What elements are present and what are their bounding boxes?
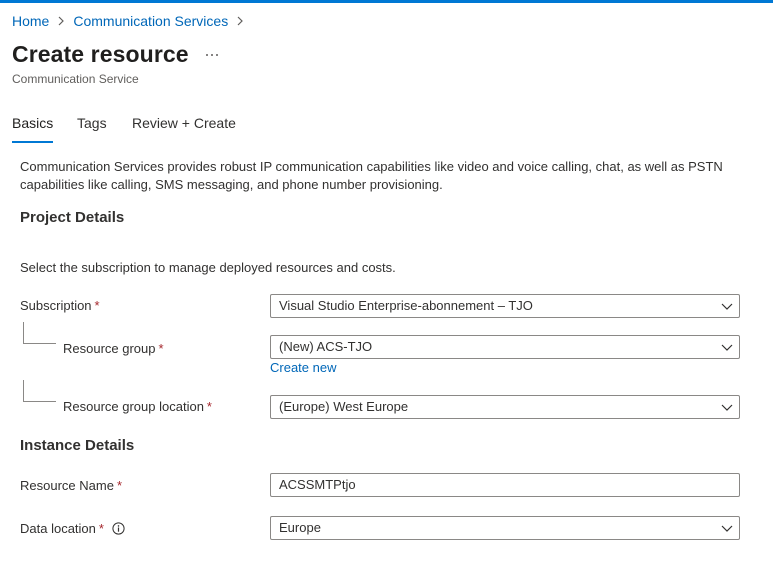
create-new-link[interactable]: Create new — [270, 360, 336, 375]
tab-tags[interactable]: Tags — [77, 115, 107, 131]
resource-group-location-value: (Europe) West Europe — [279, 399, 409, 414]
project-details-description: Select the subscription to manage deploy… — [20, 260, 396, 275]
resource-group-label: Resource group * — [63, 341, 164, 356]
data-location-dropdown[interactable]: Europe — [270, 516, 740, 540]
resource-group-location-label-text: Resource group location — [63, 399, 204, 414]
required-marker: * — [94, 298, 100, 313]
resource-group-value: (New) ACS-TJO — [279, 339, 373, 354]
tab-review-create[interactable]: Review + Create — [132, 115, 236, 131]
required-marker: * — [98, 521, 104, 536]
info-icon[interactable] — [111, 522, 125, 535]
tree-connector — [23, 380, 56, 402]
top-accent-bar — [0, 0, 773, 3]
resource-group-location-label: Resource group location * — [63, 399, 212, 414]
chevron-right-icon — [58, 16, 65, 26]
more-icon[interactable] — [204, 52, 220, 58]
required-marker: * — [158, 341, 164, 356]
intro-text: Communication Services provides robust I… — [20, 159, 723, 192]
chevron-down-icon — [721, 344, 733, 351]
chevron-down-icon — [721, 525, 733, 532]
chevron-down-icon — [721, 303, 733, 310]
resource-name-input[interactable]: ACSSMTPtjo — [270, 473, 740, 497]
data-location-label: Data location * — [20, 521, 125, 536]
resource-name-label-text: Resource Name — [20, 478, 114, 493]
subscription-value: Visual Studio Enterprise-abonnement – TJ… — [279, 298, 533, 313]
breadcrumb-home[interactable]: Home — [12, 13, 49, 29]
resource-name-label: Resource Name * — [20, 478, 122, 493]
page-title: Create resource — [12, 41, 189, 67]
subscription-label-text: Subscription — [20, 298, 92, 313]
chevron-right-icon — [237, 16, 244, 26]
chevron-down-icon — [721, 404, 733, 411]
required-marker: * — [206, 399, 212, 414]
subscription-label: Subscription * — [20, 298, 100, 313]
data-location-label-text: Data location — [20, 521, 96, 536]
subscription-dropdown[interactable]: Visual Studio Enterprise-abonnement – TJ… — [270, 294, 740, 318]
resource-name-value: ACSSMTPtjo — [279, 477, 356, 492]
resource-group-dropdown[interactable]: (New) ACS-TJO — [270, 335, 740, 359]
tab-basics[interactable]: Basics — [12, 115, 53, 131]
active-tab-indicator — [12, 141, 53, 143]
required-marker: * — [116, 478, 122, 493]
tree-connector — [23, 322, 56, 344]
breadcrumb-communication-services[interactable]: Communication Services — [73, 13, 228, 29]
project-details-heading: Project Details — [20, 209, 125, 226]
page-subtitle: Communication Service — [12, 72, 139, 86]
instance-details-heading: Instance Details — [20, 437, 135, 454]
breadcrumb: Home Communication Services — [12, 13, 252, 29]
resource-group-label-text: Resource group — [63, 341, 156, 356]
resource-group-location-dropdown[interactable]: (Europe) West Europe — [270, 395, 740, 419]
data-location-value: Europe — [279, 520, 321, 535]
